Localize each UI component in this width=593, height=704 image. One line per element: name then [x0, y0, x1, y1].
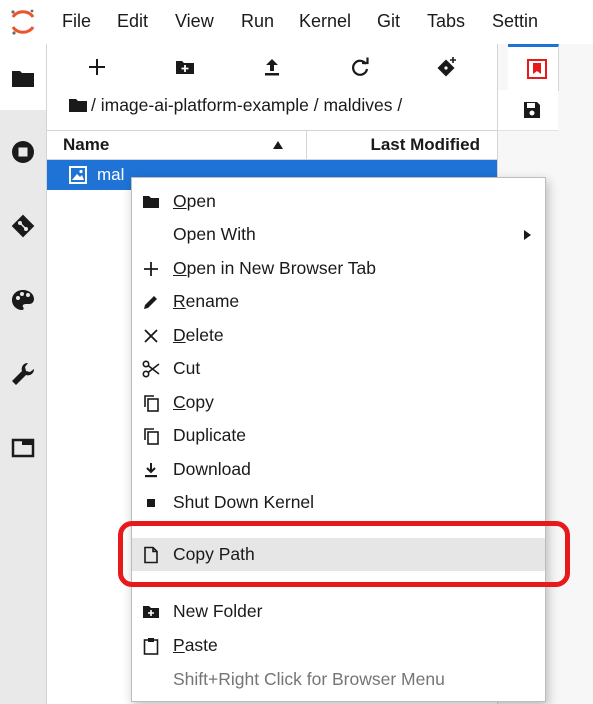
stop-square-icon — [147, 499, 155, 507]
sort-ascending-icon[interactable] — [273, 141, 283, 149]
plus-icon — [144, 262, 158, 276]
menu-item-label: Download — [173, 459, 251, 479]
menu-item-label: Open in New Browser Tab — [173, 258, 376, 278]
folder-icon — [143, 196, 159, 208]
column-divider[interactable] — [306, 131, 307, 159]
menu-item-label: Open — [173, 191, 216, 211]
menu-item-cut[interactable]: Cut — [132, 352, 545, 385]
menu-item-new-folder[interactable]: New Folder — [132, 595, 545, 628]
file-name[interactable]: mal — [97, 165, 124, 185]
menu-item-open-new-browser-tab[interactable]: Open in New Browser Tab — [132, 252, 545, 285]
pencil-icon — [144, 296, 157, 309]
menu-item-open-with[interactable]: Open With — [132, 218, 545, 251]
git-clone-icon[interactable] — [436, 56, 458, 78]
new-folder-icon[interactable] — [174, 56, 196, 78]
menu-item-label: New Folder — [173, 601, 263, 621]
context-menu: Open Open With Open in New Browser Tab R… — [131, 177, 546, 702]
save-icon[interactable] — [522, 100, 542, 120]
menu-item-open[interactable]: Open — [132, 185, 545, 218]
menu-run[interactable]: Run — [241, 11, 274, 32]
menu-item-label: Open With — [173, 224, 256, 244]
running-stop-icon[interactable] — [9, 138, 37, 166]
menu-bar: File Edit View Run Kernel Git Tabs Setti… — [0, 0, 593, 45]
menu-kernel[interactable]: Kernel — [299, 11, 351, 32]
menu-view[interactable]: View — [175, 11, 214, 32]
menu-item-duplicate[interactable]: Duplicate — [132, 419, 545, 452]
menu-item-label: Paste — [173, 635, 218, 655]
submenu-arrow-icon — [524, 230, 531, 240]
upload-icon[interactable] — [261, 56, 283, 78]
palette-icon[interactable] — [9, 286, 37, 314]
wrench-icon[interactable] — [9, 360, 37, 388]
new-launcher-plus-icon[interactable] — [86, 56, 108, 78]
menu-item-browser-menu-hint: Shift+Right Click for Browser Menu — [132, 663, 545, 696]
download-icon — [145, 463, 157, 478]
breadcrumb-path[interactable]: / image-ai-platform-example / maldives / — [91, 95, 402, 115]
duplicate-icon — [144, 428, 159, 445]
clipboard-icon — [143, 638, 159, 655]
image-file-icon — [69, 166, 87, 184]
menu-item-download[interactable]: Download — [132, 453, 545, 486]
column-header-name[interactable]: Name — [63, 135, 109, 155]
menu-item-label: Copy — [173, 392, 214, 412]
menu-item-copy[interactable]: Copy — [132, 386, 545, 419]
red-highlight-annotation — [118, 521, 570, 587]
menu-edit[interactable]: Edit — [117, 11, 148, 32]
close-x-icon — [144, 329, 158, 343]
menu-item-shut-down-kernel[interactable]: Shut Down Kernel — [132, 486, 545, 519]
menu-item-delete[interactable]: Delete — [132, 319, 545, 352]
jupyter-logo-icon[interactable] — [10, 8, 36, 36]
menu-item-rename[interactable]: Rename — [132, 285, 545, 318]
menu-file[interactable]: File — [62, 11, 91, 32]
menu-hint-label: Shift+Right Click for Browser Menu — [173, 669, 445, 689]
menu-tabs[interactable]: Tabs — [427, 11, 465, 32]
new-folder-icon — [143, 606, 159, 618]
git-icon[interactable] — [9, 212, 37, 240]
bookmark-tab-icon — [527, 59, 547, 79]
tabs-window-icon[interactable] — [9, 434, 37, 462]
menu-item-label: Cut — [173, 358, 201, 378]
scissors-icon — [142, 360, 160, 378]
menu-item-paste[interactable]: Paste — [132, 629, 545, 662]
file-list-header: Name Last Modified — [47, 130, 498, 160]
menu-item-label: Duplicate — [173, 425, 246, 445]
menu-git[interactable]: Git — [377, 11, 400, 32]
column-header-last-modified[interactable]: Last Modified — [370, 135, 480, 155]
breadcrumb[interactable]: / image-ai-platform-example / maldives / — [69, 95, 402, 116]
menu-item-label: Rename — [173, 291, 240, 311]
menu-settings[interactable]: Settin — [492, 11, 538, 32]
folder-icon[interactable] — [69, 97, 87, 112]
folder-icon[interactable] — [9, 64, 37, 92]
editor-tab[interactable] — [508, 44, 559, 91]
copy-icon — [144, 395, 159, 412]
editor-toolbar — [498, 90, 558, 131]
menu-item-label: Shut Down Kernel — [173, 492, 315, 512]
menu-item-label: Delete — [173, 325, 224, 345]
refresh-icon[interactable] — [349, 56, 371, 78]
